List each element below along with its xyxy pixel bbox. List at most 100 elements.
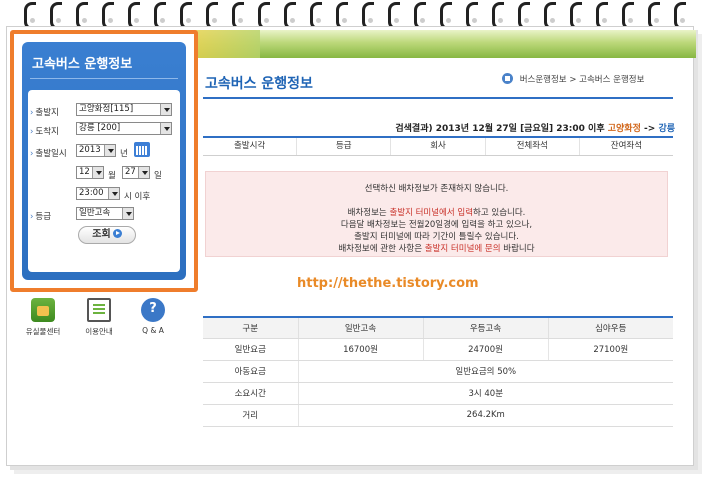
grade-value: 일반고속 [79,208,111,218]
calendar-icon[interactable] [134,142,150,157]
guide-icon [87,298,111,322]
quick-link-guide[interactable]: 이용안내 [74,298,124,337]
home-icon[interactable] [502,73,513,84]
time-value: 23:00 [79,188,104,198]
binder-ring-icon [334,2,348,30]
notice-highlight: 출발지 터미널에 문의 [424,244,501,254]
binder-ring-icon [178,2,192,30]
binder-ring-icon [126,2,140,30]
departure-label: 출발지 [30,106,58,118]
day-select[interactable]: 27 [122,166,150,179]
grade-label: 등급 [30,210,51,222]
notice-text: 배차정보에 관한 사항은 [338,244,423,254]
result-arrow: -> [644,124,656,134]
chevron-down-icon [122,208,133,219]
row-label: 일반요금 [203,338,299,361]
search-button-label: 조회 [92,229,111,240]
year-select[interactable]: 2013 [76,144,116,157]
departure-select[interactable]: 고양화정[115] [76,103,172,116]
binder-ring-icon [100,2,114,30]
table-cell: 16700원 [298,338,424,361]
binder-ring-icon [490,2,504,30]
result-prefix: 검색결과) 2013년 12월 27일 [금요일] 23:00 이후 [395,124,605,134]
schedule-table-header: 출발시각 등급 회사 전체좌석 잔여좌석 [203,138,673,156]
binder-ring-icon [386,2,400,30]
notice-highlight: 출발지 터미널에서 입력 [389,208,474,218]
arrival-label: 도착지 [30,125,58,137]
column-header: 잔여좌석 [610,141,643,151]
search-box: 고속버스 운행정보 출발지 고양화정[115] 도착지 강릉 [200] 출발일… [22,42,186,280]
notice-line: 배차정보에 관한 사항은 출발지 터미널에 문의 바랍니다 [206,242,667,254]
row-label: 아동요금 [203,360,299,383]
breadcrumb-item[interactable]: 버스운행정보 [520,75,567,85]
table-cell: 24700원 [423,338,549,361]
binder-ring-icon [594,2,608,30]
column-header: 구분 [203,318,299,339]
month-value: 12 [79,167,90,177]
notice-main: 선택하신 배차정보가 존재하지 않습니다. [364,184,509,194]
search-button[interactable]: 조회 [78,226,136,244]
row-label: 소요시간 [203,382,299,405]
notice-line: 배차정보는 출발지 터미널에서 입력하고 있습니다. [206,206,667,218]
quick-link-label: 유실물센터 [25,327,61,336]
binder-ring-icon [152,2,166,30]
table-cell: 3시 40분 [298,382,673,405]
go-arrow-icon [112,229,122,238]
breadcrumb-current: 고속버스 운행정보 [579,75,645,85]
column-header: 등급 [297,138,392,155]
notice-text: 하고 있습니다. [473,208,526,218]
divider [203,97,673,99]
chevron-down-icon [108,188,119,199]
month-select[interactable]: 12 [76,166,104,179]
header-banner [180,30,696,58]
column-header: 일반고속 [298,318,424,339]
binder-ring-icon [464,2,478,30]
binder-ring-icon [438,2,452,30]
date-label: 출발일시 [30,147,66,159]
search-title: 고속버스 운행정보 [32,57,133,72]
binder-ring-icon [308,2,322,30]
notice-text: 배차정보는 [347,208,387,218]
breadcrumb-separator: > [569,75,577,85]
page-title: 고속버스 운행정보 [205,76,313,92]
table-cell: 27100원 [548,338,673,361]
column-header: 심야우등 [548,318,673,339]
year-value: 2013 [79,145,101,155]
arrival-select[interactable]: 강릉 [200] [76,122,172,135]
quick-link-label: Q & A [142,326,164,335]
quick-link-lost-and-found[interactable]: 유실물센터 [18,298,68,337]
no-schedule-notice: 선택하신 배차정보가 존재하지 않습니다. 배차정보는 출발지 터미널에서 입력… [205,171,668,257]
binder-ring-icon [256,2,270,30]
binder-ring-icon [22,2,36,30]
notice-line: 출발지 터미널에 따라 기간이 틀릴수 있습니다. [354,232,519,242]
binder-ring-icon [360,2,374,30]
day-value: 27 [125,167,136,177]
notice-text: 바랍니다 [503,244,535,254]
chevron-down-icon [138,167,149,178]
divider [30,78,178,79]
binder-ring-icon [282,2,296,30]
table-row: 소요시간 3시 40분 [203,382,673,405]
result-to: 강릉 [658,124,675,134]
row-label: 거리 [203,404,299,427]
binder-ring-icon [620,2,634,30]
binder-ring-icon [204,2,218,30]
binder-ring-icon [230,2,244,30]
time-select[interactable]: 23:00 [76,187,120,200]
quick-link-label: 이용안내 [85,327,113,336]
time-unit: 시 이후 [124,192,151,202]
column-header: 출발시각 [203,138,298,155]
chevron-down-icon [92,167,103,178]
search-result-summary: 검색결과) 2013년 12월 27일 [금요일] 23:00 이후 고양화정 … [395,121,675,134]
chevron-down-icon [160,104,171,115]
year-unit: 년 [120,149,128,159]
chevron-down-icon [160,123,171,134]
grade-select[interactable]: 일반고속 [76,207,134,220]
quick-link-qa[interactable]: Q & A [128,298,178,335]
binder-ring-icon [74,2,88,30]
lost-and-found-icon [31,298,55,322]
search-panel-highlight: 고속버스 운행정보 출발지 고양화정[115] 도착지 강릉 [200] 출발일… [10,30,198,292]
binder-ring-icon [412,2,426,30]
table-cell: 일반요금의 50% [298,360,673,383]
table-row: 거리 264.2Km [203,404,673,427]
